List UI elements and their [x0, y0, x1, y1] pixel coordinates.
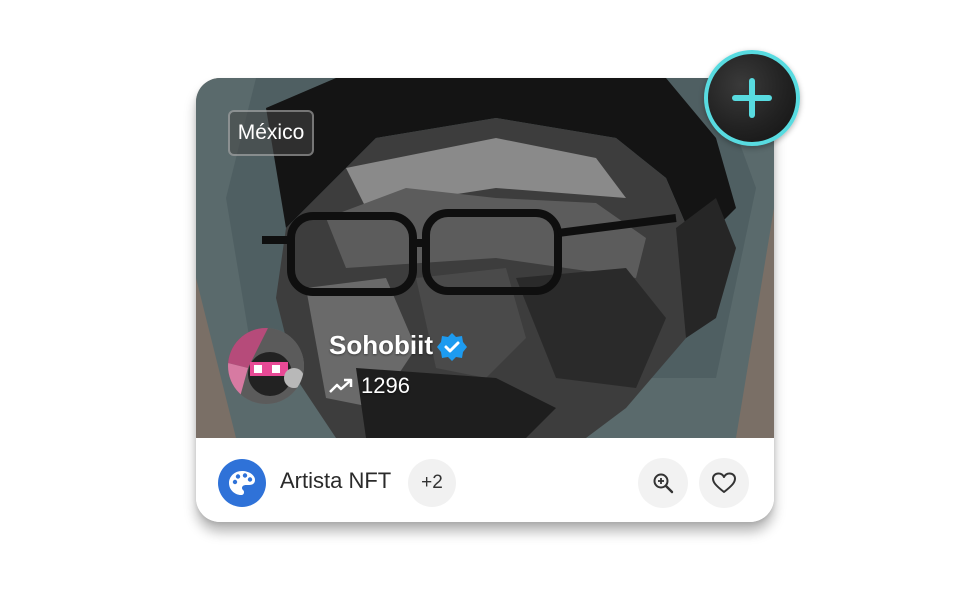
nft-card[interactable]: México Sohobiit 1296 Artista NFT +2 [196, 78, 774, 522]
more-categories-badge[interactable]: +2 [408, 459, 456, 507]
add-button[interactable] [704, 50, 800, 146]
trend-stat: 1296 [329, 371, 410, 401]
like-button[interactable] [699, 458, 749, 508]
palette-icon [229, 471, 255, 495]
creator-name[interactable]: Sohobiit [329, 328, 433, 362]
zoom-button[interactable] [638, 458, 688, 508]
avatar-image [228, 328, 304, 404]
trending-up-icon [329, 378, 353, 393]
category-label[interactable]: Artista NFT [280, 468, 391, 494]
card-hero[interactable]: México Sohobiit 1296 [196, 78, 774, 438]
plus-icon [732, 78, 772, 118]
creator-avatar[interactable] [228, 328, 304, 404]
category-icon-circle[interactable] [218, 459, 266, 507]
trend-count: 1296 [361, 373, 410, 398]
verified-badge-icon [437, 333, 467, 361]
zoom-in-icon [653, 473, 674, 494]
heart-icon [712, 472, 736, 493]
card-footer: Artista NFT +2 [196, 438, 774, 522]
location-tag[interactable]: México [228, 110, 314, 156]
